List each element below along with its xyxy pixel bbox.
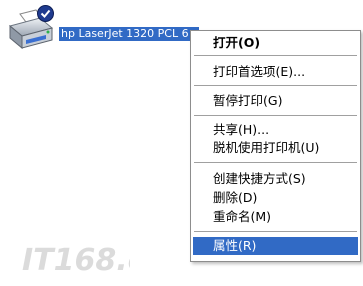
checkmark-icon: [37, 5, 54, 22]
menu-item-rename[interactable]: 重命名(M): [193, 208, 358, 226]
menu-item-printing-preferences[interactable]: 打印首选项(E)...: [193, 63, 358, 81]
menu-separator: [194, 231, 357, 232]
menu-item-use-printer-offline[interactable]: 脱机使用打印机(U): [193, 139, 358, 157]
watermark-logo: IT168.com: [20, 232, 197, 282]
menu-separator: [194, 85, 357, 86]
menu-item-delete[interactable]: 删除(D): [193, 189, 358, 207]
menu-item-pause-printing[interactable]: 暂停打印(G): [193, 92, 358, 110]
context-menu: 打开(O) 打印首选项(E)... 暂停打印(G) 共享(H)... 脱机使用打…: [190, 30, 361, 262]
printer-name-label[interactable]: hp LaserJet 1320 PCL 6: [59, 27, 199, 41]
menu-separator: [194, 115, 357, 116]
menu-separator: [194, 55, 357, 56]
svg-text:IT168.com: IT168.com: [22, 243, 130, 278]
menu-item-sharing[interactable]: 共享(H)...: [193, 121, 358, 139]
menu-item-open[interactable]: 打开(O): [193, 34, 358, 52]
menu-item-create-shortcut[interactable]: 创建快捷方式(S): [193, 170, 358, 188]
menu-item-properties[interactable]: 属性(R): [193, 237, 358, 255]
menu-separator: [194, 162, 357, 163]
